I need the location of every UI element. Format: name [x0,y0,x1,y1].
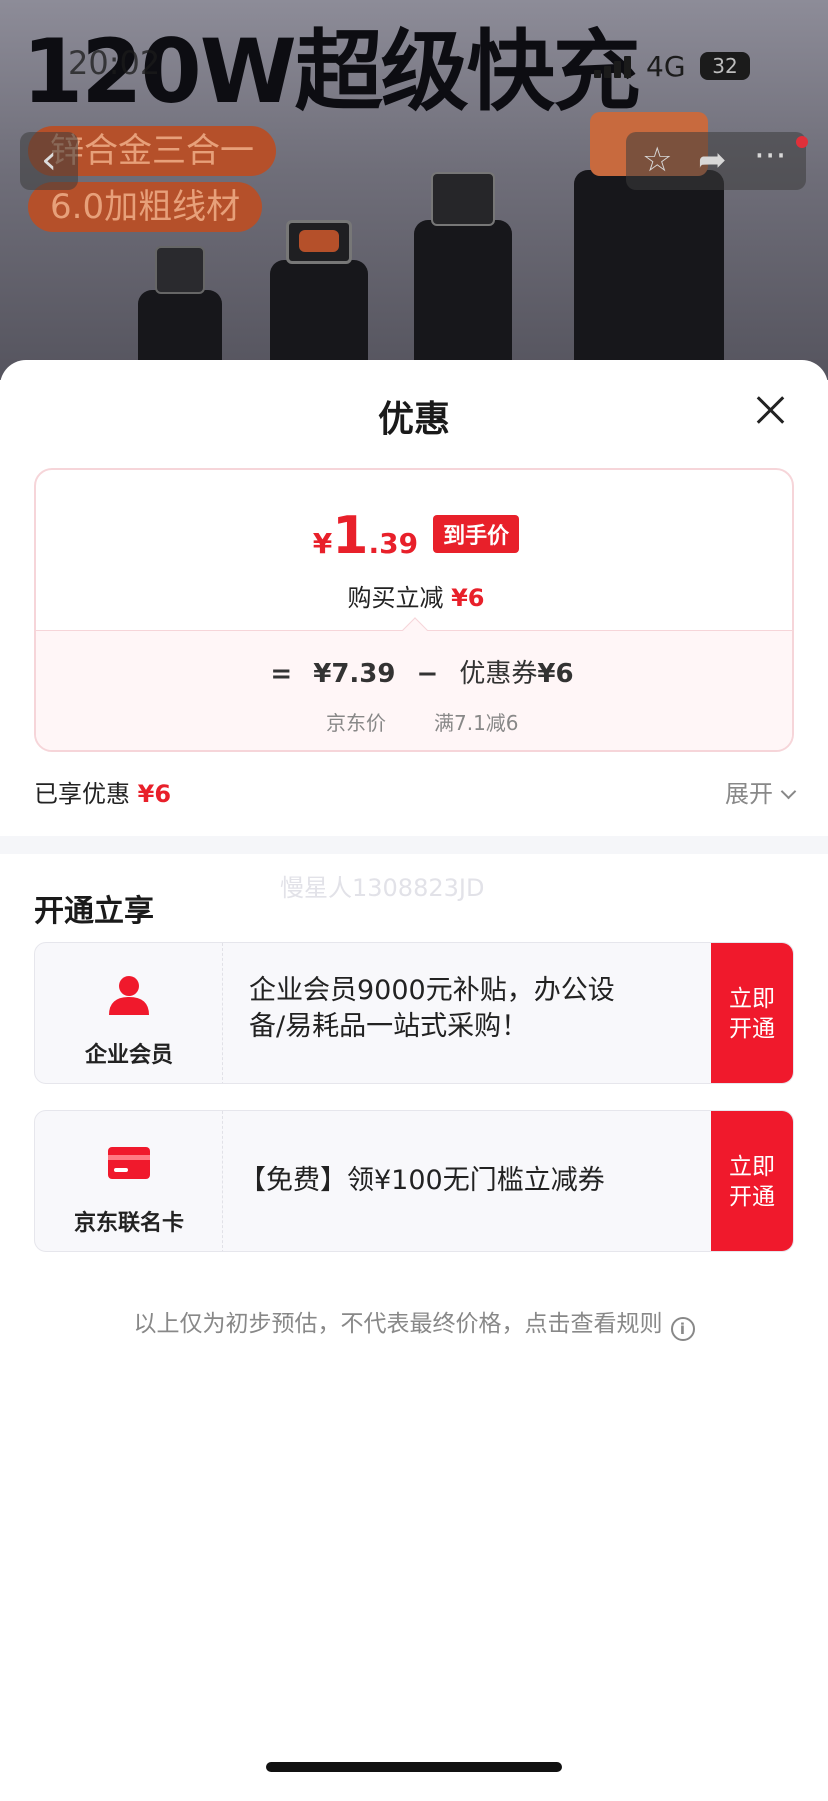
close-icon[interactable] [750,390,790,430]
info-icon[interactable]: i [670,1317,695,1341]
currency-symbol: ¥ [312,527,333,560]
section-divider [0,836,828,854]
offer-name: 企业会员 [84,1043,173,1068]
usb-plug-image [574,112,724,380]
home-indicator [266,1762,562,1772]
signal-icon [594,56,636,78]
watermark: 慢星人1308823JD [280,874,485,902]
background-product-page: 120W超级快充 锌合金三合一 6.0加粗线材 20:02 4G 32 ‹ ☆ … [0,0,828,380]
type-c-plug-image [414,172,512,380]
enjoyed-label: 已享优惠 [34,780,130,808]
buy-discount-line: 购买立减 ¥6 [36,578,792,613]
coupon-label: 优惠券 [459,659,538,689]
offer-card-cobrand: 京东联名卡 【免费】领¥100无门槛立减券 立即开通 [34,1110,794,1252]
price-integer: 1 [332,506,369,566]
coupon-value: ¥6 [537,659,574,689]
price-breakdown: = ¥7.39 − 优惠券¥6 京东价 满7.1减6 [36,630,792,750]
offer-description: 企业会员9000元补贴，办公设备/易耗品一站式采购！ [249,975,615,1042]
section-title: 开通立享 [34,894,154,929]
battery-icon: 32 [700,52,750,80]
chevron-down-icon [780,783,797,800]
offer-left: 企业会员 [35,943,223,1083]
offer-card-enterprise: 企业会员 企业会员9000元补贴，办公设备/易耗品一站式采购！ 立即开通 [34,942,794,1084]
network-type: 4G [646,50,686,83]
final-price-badge: 到手价 [433,515,520,553]
jd-price-label: 京东价 [326,711,386,735]
buy-discount-value: ¥6 [451,584,485,612]
equals-sign: = [270,659,293,689]
nav-actions: ☆ ➦ ··· [626,132,806,190]
price-decimal: .39 [368,527,419,560]
discount-sheet: 优惠 ¥1.39 到手价 购买立减 ¥6 = ¥7.39 − 优惠券¥6 京东价… [0,360,828,1801]
jd-price-value: ¥7.39 [313,659,396,689]
coupon-rule: 满7.1减6 [434,711,519,735]
share-icon[interactable]: ➦ [698,140,727,180]
minus-sign: − [416,659,439,689]
enjoyed-value: ¥6 [137,780,172,808]
activate-button[interactable]: 立即开通 [711,943,793,1083]
more-icon[interactable]: ··· [754,136,786,176]
footnote-text: 以上仅为初步预估，不代表最终价格，点击查看规则 [133,1311,663,1337]
star-icon[interactable]: ☆ [642,140,672,180]
offer-left: 京东联名卡 [35,1111,223,1251]
buy-discount-label: 购买立减 [347,584,444,612]
expand-button[interactable]: 展开 [725,774,797,809]
offer-description: 【免费】领¥100无门槛立减券 [239,1165,605,1196]
expand-label: 展开 [725,780,773,808]
price-footnote[interactable]: 以上仅为初步预估，不代表最终价格，点击查看规则 i [0,1304,828,1341]
offer-name: 京东联名卡 [73,1211,184,1236]
status-time: 20:02 [68,44,161,82]
notification-dot [796,136,808,148]
person-icon [109,976,149,1015]
credit-card-icon [108,1147,150,1179]
price-card: ¥1.39 到手价 购买立减 ¥6 = ¥7.39 − 优惠券¥6 京东价 满7… [34,468,794,752]
sheet-title: 优惠 [377,399,450,440]
final-price: ¥1.39 到手价 [36,506,792,566]
price-formula: = ¥7.39 − 优惠券¥6 [36,653,792,690]
back-chevron-icon[interactable]: ‹ [20,132,78,190]
enjoyed-discount: 已享优惠 ¥6 [34,774,171,809]
activate-button[interactable]: 立即开通 [711,1111,793,1251]
